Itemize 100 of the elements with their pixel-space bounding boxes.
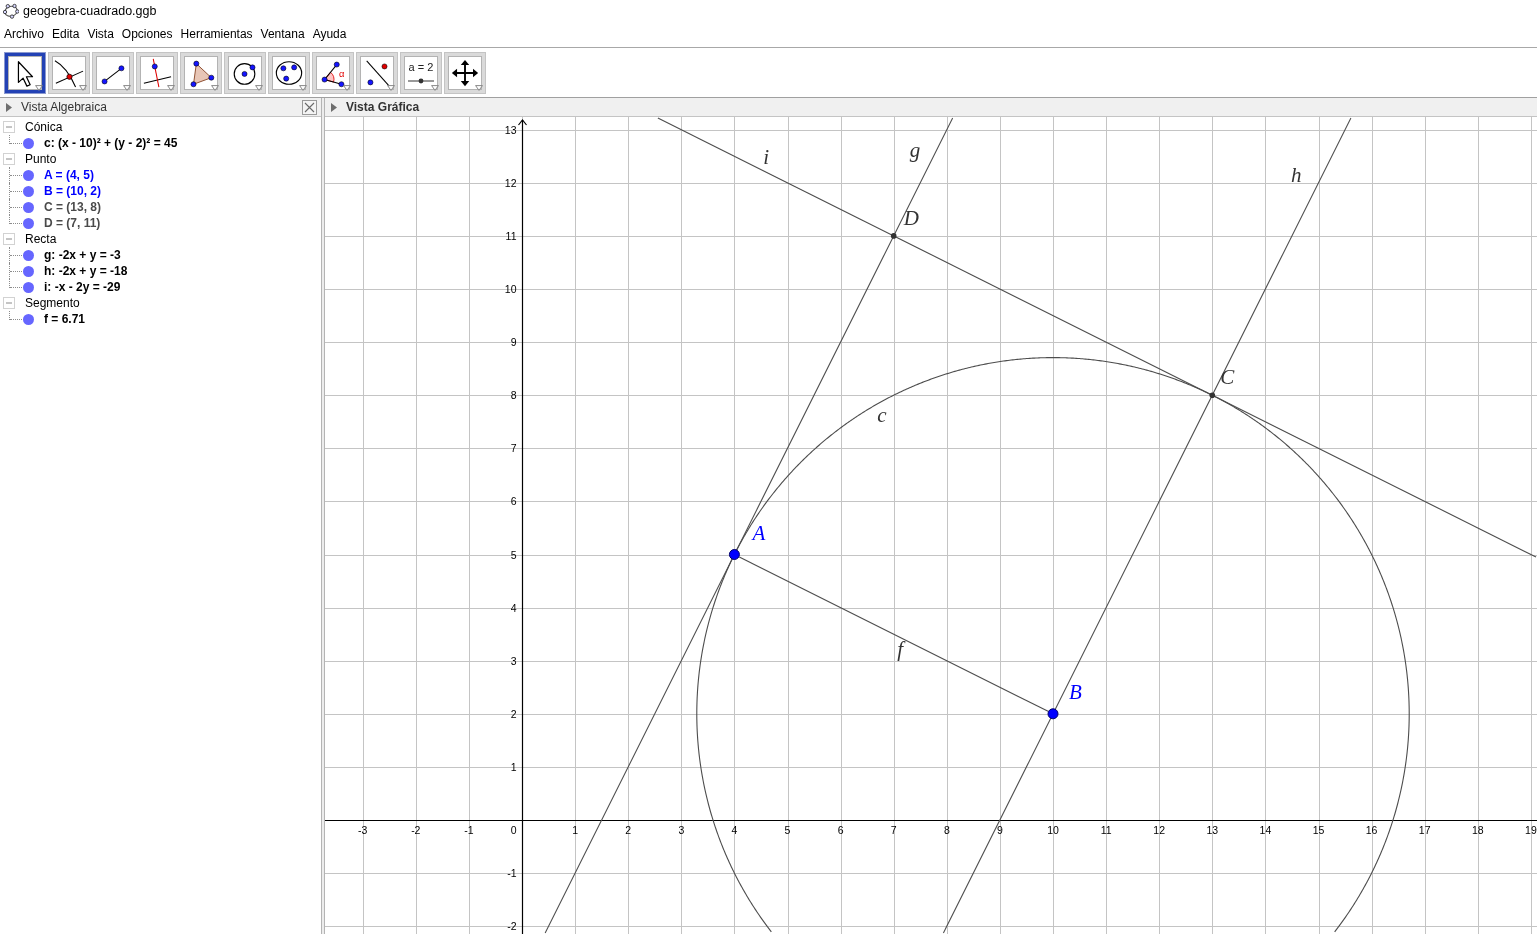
axis-tick-label: 9 [997, 823, 1003, 836]
tree-line [9, 311, 22, 320]
axis-tick-label: 10 [1047, 823, 1059, 836]
axis-tick-label: 1 [572, 823, 578, 836]
slider-value-text: a = 2 [408, 61, 434, 73]
axis-tick-label: 16 [1365, 823, 1378, 836]
close-icon [304, 101, 315, 113]
category-label: Recta [25, 231, 57, 247]
axis-tick-label: 1 [510, 760, 517, 773]
axis-tick-label: 11 [1100, 823, 1112, 836]
axis-tick-label: 13 [1206, 823, 1219, 836]
tool-button[interactable] [4, 52, 46, 94]
point-label: C [1220, 365, 1235, 390]
app-logo-icon [3, 3, 19, 19]
tool-button[interactable] [48, 52, 90, 94]
axis-tick-label: 2 [510, 707, 517, 720]
tool-button[interactable]: a = 2 [400, 52, 442, 94]
axis-tick-label: 4 [731, 823, 738, 836]
visibility-toggle[interactable] [23, 281, 34, 293]
view-title: Vista Gráfica [346, 99, 420, 115]
tool-button[interactable] [268, 52, 310, 94]
line-label: h [1290, 162, 1302, 187]
line-label: g [909, 137, 921, 162]
axis-tick-label: 2 [625, 823, 632, 836]
visibility-toggle[interactable] [23, 137, 34, 149]
menu-item[interactable]: Ventana [260, 26, 305, 43]
tool-button[interactable] [224, 52, 266, 94]
axis-tick-label: 12 [504, 176, 517, 189]
point-label: B [1068, 680, 1082, 705]
algebra-entry[interactable]: h: -2x + y = -18 [44, 263, 128, 279]
close-button[interactable] [302, 99, 317, 115]
circle-with-points-icon [274, 58, 304, 88]
axis-tick-label: 3 [678, 823, 685, 836]
menu-item[interactable]: Ayuda [312, 26, 347, 43]
algebra-entry[interactable]: c: (x - 10)² + (y - 2)² = 45 [44, 135, 178, 151]
visibility-toggle[interactable] [23, 201, 34, 213]
axis-tick-label: 6 [510, 495, 517, 508]
visibility-toggle[interactable] [23, 169, 34, 181]
algebra-entry[interactable]: D = (7, 11) [44, 215, 101, 231]
caret-icon[interactable] [331, 102, 337, 112]
view-title: Vista Algebraica [21, 99, 107, 115]
axis-tick-label: 5 [510, 548, 517, 561]
point[interactable] [728, 549, 740, 560]
tool-button[interactable]: α [312, 52, 354, 94]
axis-tick-label: 17 [1418, 823, 1431, 836]
point-label: D [903, 205, 919, 230]
axis-tick-label: -2 [507, 920, 517, 933]
visibility-toggle[interactable] [23, 313, 34, 325]
menu-item[interactable]: Opciones [121, 26, 173, 43]
point[interactable] [1047, 708, 1059, 720]
category-label: Cónica [25, 119, 63, 135]
point[interactable] [890, 233, 897, 239]
axis-tick-label: 8 [943, 823, 950, 836]
algebra-entry[interactable]: C = (13, 8) [44, 199, 102, 215]
menu-item[interactable]: Edita [52, 26, 80, 43]
caret-icon[interactable] [6, 102, 12, 112]
menu-item[interactable]: Vista [87, 26, 114, 43]
dropdown-icon[interactable] [35, 85, 43, 91]
tree-line [9, 135, 22, 144]
circle-label: c [877, 402, 887, 427]
axis-tick-label: 14 [1259, 823, 1272, 836]
axis-tick-label: 5 [784, 823, 791, 836]
axis-tick-label: 7 [890, 823, 897, 836]
tree-line [9, 247, 22, 263]
algebra-entry[interactable]: i: -x - 2y = -29 [44, 279, 121, 295]
axis-tick-label: 8 [510, 389, 517, 402]
axis-tick-label: 15 [1312, 823, 1325, 836]
category-label: Punto [25, 151, 57, 167]
visibility-toggle[interactable] [23, 249, 34, 261]
visibility-toggle[interactable] [23, 185, 34, 197]
axis-tick-label: 0 [510, 823, 517, 836]
algebra-entry[interactable]: B = (10, 2) [44, 183, 102, 199]
point[interactable] [1209, 392, 1216, 398]
dropdown-icon[interactable] [343, 85, 351, 91]
axis-tick-label: 13 [504, 123, 517, 136]
menu-item[interactable]: Herramientas [180, 26, 253, 43]
line-label: i [763, 144, 770, 169]
visibility-toggle[interactable] [23, 217, 34, 229]
algebra-entry[interactable]: A = (4, 5) [44, 167, 94, 183]
axis-tick-label: -2 [411, 823, 421, 836]
menu-item[interactable]: Archivo [4, 26, 44, 43]
axis-tick-label: 10 [504, 283, 517, 295]
axis-tick-label: -1 [464, 823, 474, 836]
tool-button[interactable] [180, 52, 222, 94]
axis-tick-label: 9 [510, 336, 517, 349]
tool-button[interactable] [136, 52, 178, 94]
algebra-entry[interactable]: g: -2x + y = -3 [44, 247, 121, 263]
tool-button[interactable] [356, 52, 398, 94]
algebra-entry[interactable]: f = 6.71 [44, 311, 86, 327]
visibility-toggle[interactable] [23, 265, 34, 277]
tool-button[interactable] [444, 52, 486, 94]
category-label: Segmento [25, 295, 80, 311]
tree-line [9, 183, 22, 199]
axis-tick-label: 11 [505, 229, 517, 242]
tool-button[interactable] [92, 52, 134, 94]
perpendicular-line-icon [142, 58, 172, 88]
intersecting-lines-icon [54, 58, 84, 88]
slider-icon [407, 76, 435, 85]
axis-tick-label: -3 [358, 823, 368, 836]
axis-tick-label: 18 [1471, 823, 1484, 836]
